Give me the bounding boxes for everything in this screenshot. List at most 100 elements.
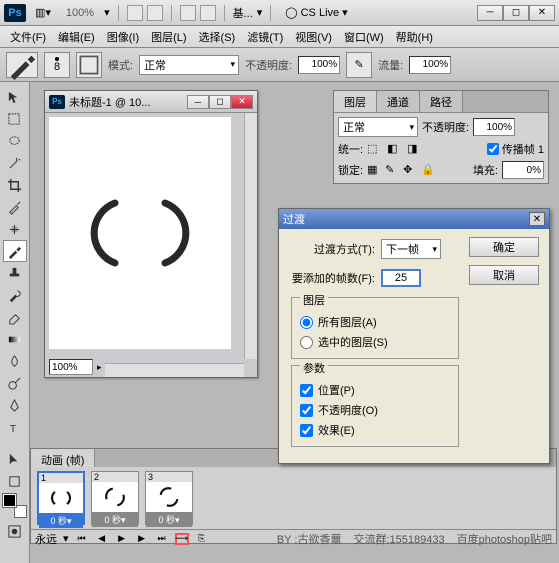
opacity-input[interactable] xyxy=(298,56,340,74)
loop-dropdown-icon[interactable]: ▾ xyxy=(63,532,69,545)
tab-animation[interactable]: 动画 (帧) xyxy=(31,449,95,467)
lock-pixels-icon[interactable]: ✎ xyxy=(385,163,399,177)
last-frame-button[interactable]: ⏭ xyxy=(155,533,169,545)
zoom-dropdown-icon[interactable]: ▾ xyxy=(104,6,110,19)
doc-minimize-button[interactable]: ─ xyxy=(187,95,209,109)
blur-tool[interactable] xyxy=(3,350,27,372)
stamp-tool[interactable] xyxy=(3,262,27,284)
menu-view[interactable]: 视图(V) xyxy=(289,27,338,47)
screen-mode-icon[interactable] xyxy=(147,5,163,21)
horizontal-scrollbar[interactable] xyxy=(105,363,244,377)
doc-maximize-button[interactable]: ◻ xyxy=(209,95,231,109)
loop-dropdown[interactable]: 永远 xyxy=(35,531,57,547)
arrange-icon[interactable] xyxy=(127,5,143,21)
eraser-tool[interactable] xyxy=(3,306,27,328)
layer-blend-dropdown[interactable]: 正常 xyxy=(338,117,418,137)
menu-layer[interactable]: 图层(L) xyxy=(145,27,192,47)
dialog-close-button[interactable]: ✕ xyxy=(529,212,545,226)
blend-mode-dropdown[interactable]: 正常 xyxy=(139,55,239,75)
fill-input[interactable] xyxy=(502,161,544,179)
type-tool[interactable]: T xyxy=(3,416,27,438)
color-swatches[interactable] xyxy=(3,494,27,518)
cancel-button[interactable]: 取消 xyxy=(469,265,539,285)
selected-layers-radio[interactable]: 选中的图层(S) xyxy=(300,332,450,352)
brush-panel-toggle[interactable] xyxy=(76,52,102,78)
brush-tool[interactable] xyxy=(3,240,27,262)
essentials-label[interactable]: 基... xyxy=(233,5,253,21)
tab-layers[interactable]: 图层 xyxy=(334,91,377,112)
tablet-opacity-icon[interactable]: ✎ xyxy=(346,52,372,78)
tween-button[interactable]: ⟿ xyxy=(175,533,189,545)
opacity-checkbox[interactable]: 不透明度(O) xyxy=(300,400,450,420)
layer-opacity-input[interactable] xyxy=(473,118,515,136)
frame-delay[interactable]: 0 秒▾ xyxy=(39,513,83,528)
menu-help[interactable]: 帮助(H) xyxy=(390,27,439,47)
menu-filter[interactable]: 滤镜(T) xyxy=(241,27,289,47)
tool-preset-picker[interactable] xyxy=(6,52,38,78)
tween-method-dropdown[interactable]: 下一帧 xyxy=(381,239,441,259)
minimize-button[interactable]: ─ xyxy=(477,5,503,21)
menu-window[interactable]: 窗口(W) xyxy=(338,27,390,47)
effects-checkbox[interactable]: 效果(E) xyxy=(300,420,450,440)
crop-tool[interactable] xyxy=(3,174,27,196)
menu-select[interactable]: 选择(S) xyxy=(193,27,242,47)
unify-position-icon[interactable]: ⬚ xyxy=(367,142,381,156)
frame-delay[interactable]: 0 秒▾ xyxy=(146,512,192,527)
vertical-scrollbar[interactable] xyxy=(244,113,257,359)
foreground-color[interactable] xyxy=(3,494,16,507)
status-arrow-icon[interactable]: ▸ xyxy=(97,362,102,373)
wand-tool[interactable] xyxy=(3,152,27,174)
maximize-button[interactable]: ◻ xyxy=(503,5,529,21)
lasso-tool[interactable] xyxy=(3,130,27,152)
frame-delay[interactable]: 0 秒▾ xyxy=(92,512,138,527)
lock-position-icon[interactable]: ✥ xyxy=(403,163,417,177)
new-frame-button[interactable]: ⎘ xyxy=(195,533,209,545)
marquee-tool[interactable] xyxy=(3,108,27,130)
doc-close-button[interactable]: ✕ xyxy=(231,95,253,109)
frames-to-add-input[interactable] xyxy=(381,269,421,287)
tab-paths[interactable]: 路径 xyxy=(420,91,463,112)
dialog-titlebar[interactable]: 过渡 ✕ xyxy=(279,209,549,229)
propagate-checkbox[interactable] xyxy=(487,143,499,155)
doc-zoom-input[interactable]: 100% xyxy=(49,359,93,375)
cslive-button[interactable]: ◯ CS Live ▾ xyxy=(279,6,353,19)
frame-3[interactable]: 3 0 秒▾ xyxy=(145,471,193,525)
play-button[interactable]: ▶ xyxy=(115,533,129,545)
pen-tool[interactable] xyxy=(3,394,27,416)
menu-edit[interactable]: 编辑(E) xyxy=(52,27,101,47)
prev-frame-button[interactable]: ◀ xyxy=(95,533,109,545)
all-layers-radio[interactable]: 所有图层(A) xyxy=(300,312,450,332)
unify-style-icon[interactable]: ◨ xyxy=(407,142,421,156)
extras-icon[interactable] xyxy=(180,5,196,21)
document-titlebar[interactable]: Ps 未标题-1 @ 10... ─ ◻ ✕ xyxy=(45,91,257,113)
position-checkbox[interactable]: 位置(P) xyxy=(300,380,450,400)
first-frame-button[interactable]: ⏮ xyxy=(75,533,89,545)
frame-2[interactable]: 2 0 秒▾ xyxy=(91,471,139,525)
shape-tool[interactable] xyxy=(3,470,27,492)
dodge-tool[interactable] xyxy=(3,372,27,394)
menu-file[interactable]: 文件(F) xyxy=(4,27,52,47)
eyedropper-tool[interactable] xyxy=(3,196,27,218)
brush-preset-picker[interactable]: 8 xyxy=(44,52,70,78)
guides-icon[interactable] xyxy=(200,5,216,21)
frame-1[interactable]: 1 0 秒▾ xyxy=(37,471,85,525)
next-frame-button[interactable]: ▶ xyxy=(135,533,149,545)
close-button[interactable]: ✕ xyxy=(529,5,555,21)
path-select-tool[interactable] xyxy=(3,448,27,470)
menu-image[interactable]: 图像(I) xyxy=(101,27,145,47)
tab-channels[interactable]: 通道 xyxy=(377,91,420,112)
gradient-tool[interactable] xyxy=(3,328,27,350)
healing-tool[interactable] xyxy=(3,218,27,240)
workspace-switcher[interactable]: ▥▾ xyxy=(30,3,56,22)
zoom-indicator[interactable]: 100% xyxy=(60,7,100,19)
history-brush-tool[interactable] xyxy=(3,284,27,306)
essentials-dropdown-icon[interactable]: ▾ xyxy=(257,6,263,19)
lock-transparent-icon[interactable]: ▦ xyxy=(367,163,381,177)
ok-button[interactable]: 确定 xyxy=(469,237,539,257)
flow-input[interactable] xyxy=(409,56,451,74)
canvas[interactable] xyxy=(49,117,231,349)
lock-all-icon[interactable]: 🔒 xyxy=(421,163,435,177)
move-tool[interactable] xyxy=(3,86,27,108)
quickmask-tool[interactable] xyxy=(3,520,27,542)
unify-visibility-icon[interactable]: ◧ xyxy=(387,142,401,156)
